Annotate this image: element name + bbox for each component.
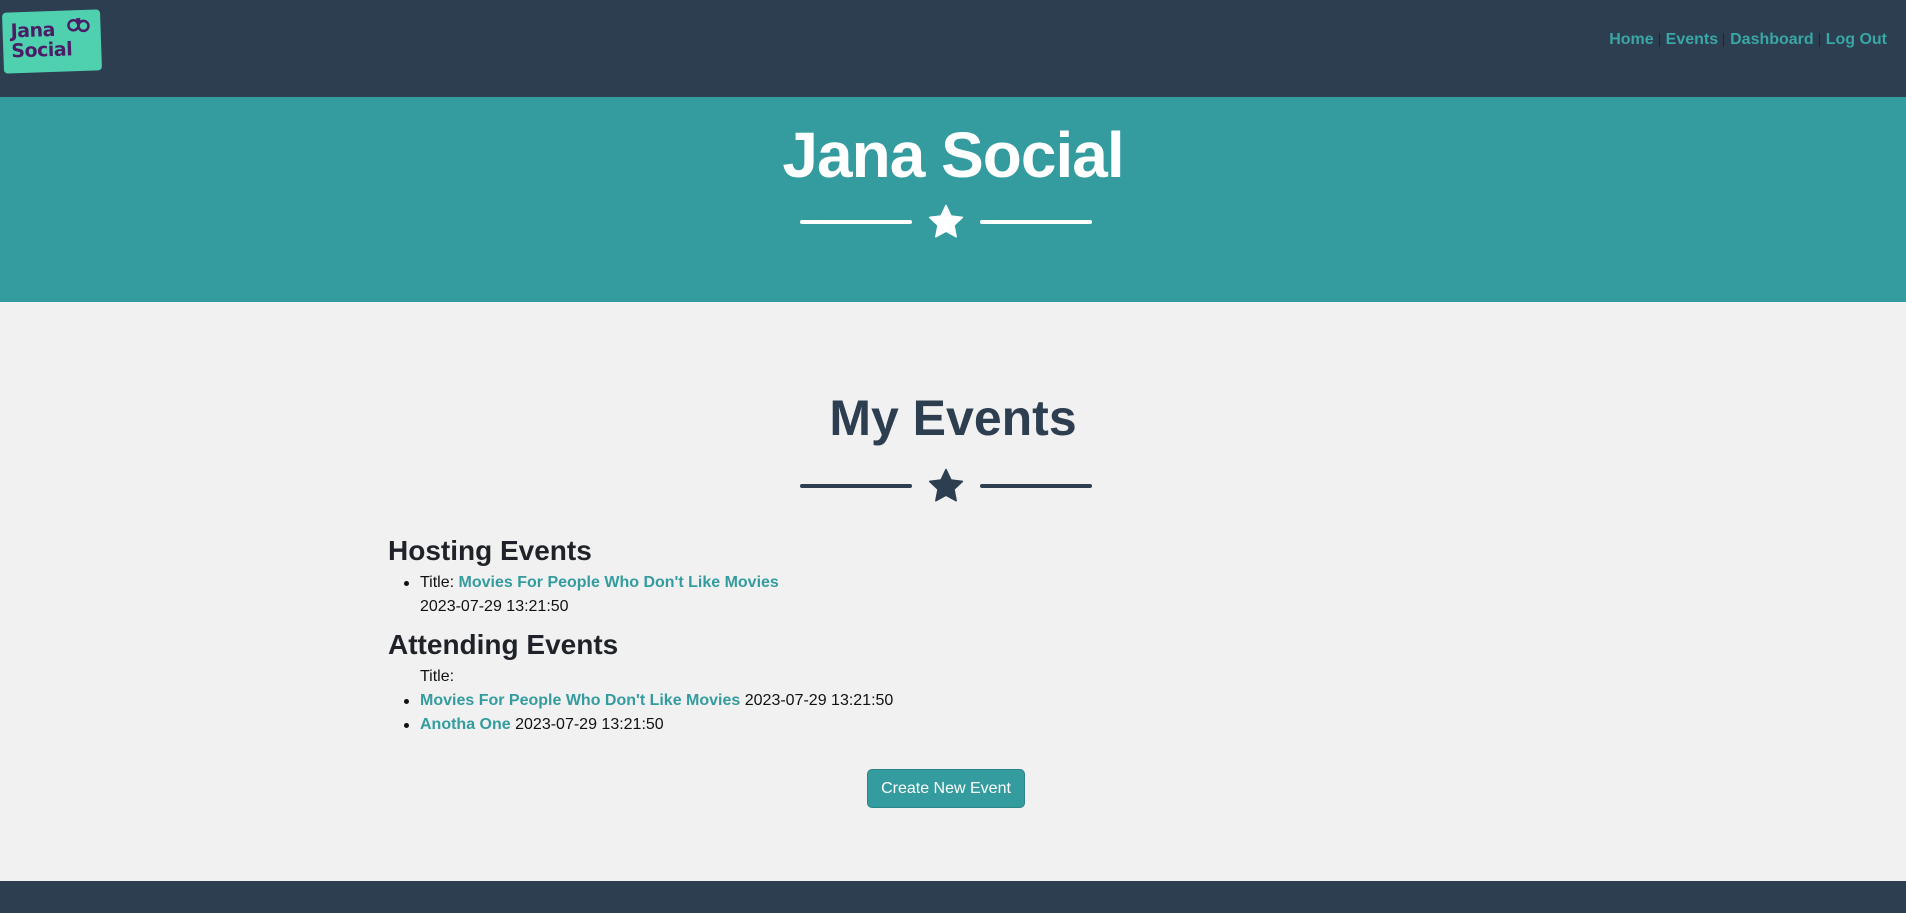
nav-events-link[interactable]: Events <box>1666 31 1718 49</box>
nav-separator <box>1723 33 1725 47</box>
nav-dashboard-link[interactable]: Dashboard <box>1730 31 1814 49</box>
masthead: Jana Social <box>0 97 1906 302</box>
create-new-event-button[interactable]: Create New Event <box>867 769 1025 808</box>
attending-events-list: Title: Movies For People Who Don't Like … <box>404 665 1518 737</box>
nav-home-link[interactable]: Home <box>1609 31 1653 49</box>
event-datetime: 2023-07-29 13:21:50 <box>420 598 569 615</box>
navbar: Jana Social Home Events Dashboard Log Ou… <box>0 0 1906 97</box>
divider-line-right <box>980 220 1092 224</box>
masthead-title: Jana Social <box>782 119 1124 191</box>
star-icon <box>928 468 964 502</box>
hosting-events-list: Title: Movies For People Who Don't Like … <box>404 571 1518 619</box>
events-content: Hosting Events Title: Movies For People … <box>388 533 1518 745</box>
page-title: My Events <box>829 390 1077 446</box>
divider-line-right <box>980 484 1092 488</box>
attending-event-link[interactable]: Movies For People Who Don't Like Movies <box>420 692 740 709</box>
attending-events-heading: Attending Events <box>388 629 619 660</box>
divider-line-left <box>800 484 912 488</box>
event-datetime: 2023-07-29 13:21:50 <box>744 692 894 709</box>
logo-line-2: Social <box>10 38 73 63</box>
title-prefix: Title: <box>420 668 455 685</box>
hosting-events-heading: Hosting Events <box>388 535 592 566</box>
nav-logout-link[interactable]: Log Out <box>1826 31 1887 49</box>
star-icon <box>928 204 964 238</box>
logo-text: Jana Social <box>10 19 73 63</box>
attending-event-link[interactable]: Anotha One <box>420 716 511 733</box>
title-prefix: Title: <box>420 574 455 591</box>
nav-links: Home Events Dashboard Log Out <box>1609 31 1887 49</box>
page-title-divider <box>800 466 1092 506</box>
list-item: Anotha One 2023-07-29 13:21:50 <box>404 713 1518 737</box>
nav-separator <box>1658 33 1660 47</box>
event-datetime: 2023-07-29 13:21:50 <box>515 716 664 733</box>
brand-logo[interactable]: Jana Social <box>1 9 103 74</box>
footer <box>0 881 1906 913</box>
nav-separator <box>1818 33 1820 47</box>
list-item: Movies For People Who Don't Like Movies … <box>404 689 1518 713</box>
hosted-event-link[interactable]: Movies For People Who Don't Like Movies <box>459 574 779 591</box>
list-item: Title: Movies For People Who Don't Like … <box>404 571 1518 619</box>
divider-line-left <box>800 220 912 224</box>
attending-title-prefix: Title: <box>420 665 1518 689</box>
masthead-divider <box>800 202 1092 242</box>
